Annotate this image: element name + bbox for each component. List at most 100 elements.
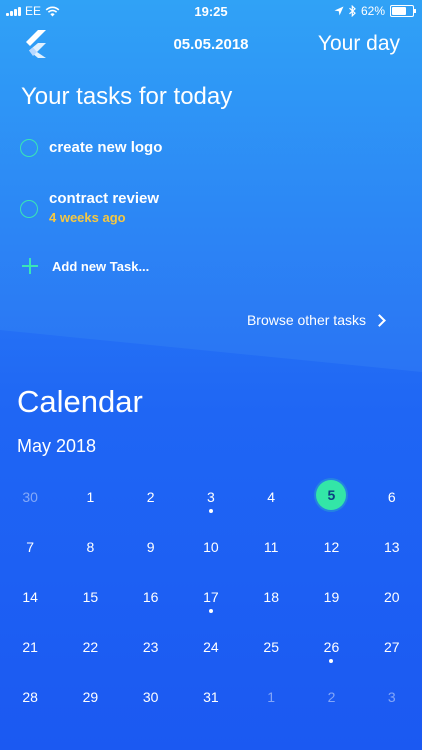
- calendar-day[interactable]: 26: [301, 626, 361, 676]
- calendar-day[interactable]: 3: [181, 476, 241, 526]
- task-item[interactable]: contract review 4 weeks ago: [20, 189, 159, 225]
- calendar-day[interactable]: 13: [362, 526, 422, 576]
- calendar-week-row: 14 15 16 17 18 19 20: [0, 576, 422, 626]
- app-screen: EE 19:25 62% 05.05.2018 Your day Your ta…: [0, 0, 422, 750]
- calendar-day-number: 16: [142, 589, 159, 605]
- plus-icon: [22, 258, 38, 274]
- browse-tasks-link[interactable]: Browse other tasks: [246, 312, 386, 328]
- calendar-day[interactable]: 14: [0, 576, 60, 626]
- calendar-week-row: 28 29 30 31 1 2 3: [0, 676, 422, 726]
- status-right: 62%: [334, 4, 416, 18]
- chevron-right-icon: [373, 313, 386, 327]
- calendar-day[interactable]: 18: [241, 576, 301, 626]
- calendar-day[interactable]: 12: [301, 526, 361, 576]
- calendar-day-number: 27: [383, 639, 400, 655]
- calendar-day[interactable]: 25: [241, 626, 301, 676]
- task-checkbox[interactable]: [20, 139, 38, 157]
- calendar-week-row: 30 1 2 3 4 5 6: [0, 476, 422, 526]
- calendar-day-number: 4: [267, 489, 276, 505]
- calendar-day[interactable]: 1: [241, 676, 301, 726]
- calendar-day[interactable]: 24: [181, 626, 241, 676]
- calendar-day[interactable]: 2: [121, 476, 181, 526]
- calendar-day[interactable]: 19: [301, 576, 361, 626]
- calendar-day-number: 23: [142, 639, 159, 655]
- calendar-day-number: 31: [203, 689, 219, 705]
- task-title: contract review: [49, 190, 160, 207]
- battery-percent: 62%: [360, 4, 385, 18]
- calendar-day[interactable]: 16: [121, 576, 181, 626]
- calendar-day[interactable]: 1: [60, 476, 120, 526]
- calendar-day-number: 25: [263, 639, 279, 655]
- calendar-day-number: 29: [82, 689, 99, 705]
- calendar-day[interactable]: 20: [362, 576, 422, 626]
- calendar-day[interactable]: 11: [241, 526, 301, 576]
- calendar-day[interactable]: 27: [362, 626, 422, 676]
- calendar-day[interactable]: 2: [301, 676, 361, 726]
- calendar-day[interactable]: 6: [362, 476, 422, 526]
- calendar-day[interactable]: 7: [0, 526, 60, 576]
- calendar-day[interactable]: 8: [60, 526, 120, 576]
- calendar-day-number: 30: [22, 489, 38, 505]
- tasks-section-title: Your tasks for today: [21, 83, 233, 110]
- calendar-day[interactable]: 15: [60, 576, 120, 626]
- calendar-day-number: 9: [146, 539, 155, 555]
- calendar-day[interactable]: 30: [121, 676, 181, 726]
- calendar-day-number: 22: [82, 639, 99, 655]
- calendar-day-number: 13: [383, 539, 400, 555]
- bluetooth-icon: [349, 5, 356, 17]
- calendar-day-number: 8: [86, 539, 95, 555]
- calendar-day[interactable]: 10: [181, 526, 241, 576]
- event-dot-icon: [208, 509, 213, 513]
- calendar-day[interactable]: 30: [0, 476, 60, 526]
- calendar-day-number: 1: [267, 689, 276, 705]
- calendar-week-row: 7 8 9 10 11 12 13: [0, 526, 422, 576]
- add-task-button[interactable]: Add new Task...: [22, 258, 149, 274]
- location-arrow-icon: [334, 6, 344, 16]
- calendar-day-selected[interactable]: 5: [301, 476, 361, 526]
- task-text: contract review 4 weeks ago: [49, 189, 159, 225]
- calendar-day-number: 18: [263, 589, 279, 605]
- calendar-day-number: 17: [203, 589, 219, 605]
- calendar-day-number: 14: [22, 589, 38, 605]
- event-dot-icon: [208, 609, 213, 613]
- calendar-day-number: 24: [203, 639, 219, 655]
- calendar-day-number: 28: [22, 689, 38, 705]
- task-due-label: 4 weeks ago: [49, 210, 126, 225]
- task-title: create new logo: [49, 139, 163, 156]
- calendar-day-number: 7: [26, 539, 35, 555]
- browse-tasks-label: Browse other tasks: [246, 312, 366, 328]
- calendar-day[interactable]: 28: [0, 676, 60, 726]
- calendar-day[interactable]: 22: [60, 626, 120, 676]
- calendar-day-number: 5: [316, 480, 347, 510]
- calendar-day-number: 3: [207, 489, 215, 505]
- calendar-month[interactable]: May 2018: [17, 436, 96, 457]
- event-dot-icon: [329, 659, 334, 663]
- calendar-day-number: 1: [86, 489, 95, 505]
- calendar-title: Calendar: [17, 384, 143, 419]
- task-checkbox[interactable]: [20, 200, 38, 218]
- calendar-day[interactable]: 21: [0, 626, 60, 676]
- calendar-day[interactable]: 29: [60, 676, 120, 726]
- calendar-day-number: 3: [387, 689, 396, 705]
- calendar-grid: 30 1 2 3 4 5 6 7 8 9 10 11 12 13 14 15 16 17 18 19 20 21 22 23 2…: [0, 476, 422, 726]
- calendar-day[interactable]: 31: [181, 676, 241, 726]
- calendar-day-number: 11: [263, 539, 279, 555]
- battery-icon: [390, 5, 416, 17]
- calendar-day-number: 26: [323, 639, 340, 655]
- task-item[interactable]: create new logo: [20, 138, 162, 158]
- calendar-day-number: 30: [142, 689, 159, 705]
- calendar-day-number: 6: [387, 489, 396, 505]
- add-task-label: Add new Task...: [52, 258, 150, 274]
- calendar-week-row: 21 22 23 24 25 26 27: [0, 626, 422, 676]
- calendar-day[interactable]: 9: [121, 526, 181, 576]
- calendar-day-number: 10: [203, 539, 219, 555]
- calendar-day[interactable]: 23: [121, 626, 181, 676]
- calendar-day[interactable]: 4: [241, 476, 301, 526]
- calendar-day-number: 20: [383, 589, 400, 605]
- task-text: create new logo: [49, 138, 162, 158]
- your-day-button[interactable]: Your day: [318, 32, 400, 56]
- calendar-day-number: 2: [327, 689, 336, 705]
- calendar-day[interactable]: 3: [362, 676, 422, 726]
- calendar-day-number: 2: [146, 489, 155, 505]
- calendar-day[interactable]: 17: [181, 576, 241, 626]
